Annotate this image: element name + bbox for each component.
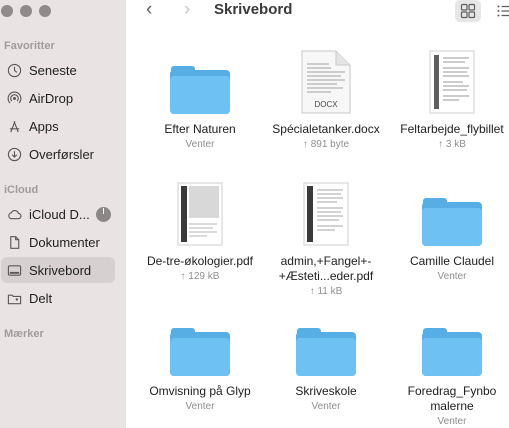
sidebar-item-airdrop[interactable]: AirDrop: [1, 85, 115, 111]
sidebar-item-recents[interactable]: Seneste: [1, 57, 115, 83]
folder-icon: [170, 328, 230, 376]
file-name: admin,+Fangel+-+Æsteti...eder.pdf: [278, 254, 374, 283]
sidebar-item-downloads[interactable]: Overførsler: [1, 141, 115, 167]
file-item-feltarbejde[interactable]: Feltarbejde_flybillet ↑ 3 kB: [390, 50, 509, 151]
tags-section-title: Mærker: [4, 328, 44, 340]
file-name: Foredrag_Fynbo malerne: [407, 384, 497, 413]
list-view-icon: [497, 5, 509, 17]
clock-icon: [5, 62, 23, 78]
toolbar: ‹ › Skrivebord: [126, 0, 509, 22]
sidebar-item-label: Delt: [29, 290, 53, 306]
window-title: Skrivebord: [214, 1, 293, 18]
sidebar: Favoritter Seneste AirDrop Apps Overførs…: [0, 0, 126, 428]
sidebar-item-label: iCloud D...: [29, 206, 90, 222]
file-status: Venter: [437, 416, 467, 427]
desktop-icon: [5, 262, 23, 278]
sidebar-item-label: AirDrop: [29, 90, 74, 106]
sidebar-item-label: Dokumenter: [29, 234, 100, 250]
file-size: ↑ 3 kB: [438, 139, 466, 150]
file-name: De-tre-økologier.pdf: [146, 254, 254, 268]
pdf-thumbnail-icon: [303, 182, 349, 246]
sidebar-item-documents[interactable]: Dokumenter: [1, 229, 115, 255]
file-item-specialetanker[interactable]: DOCX Spécialetanker.docx ↑ 891 byte: [264, 50, 388, 151]
forward-button[interactable]: ›: [184, 0, 190, 20]
list-view-button[interactable]: [491, 0, 509, 22]
sidebar-item-label: Overførsler: [29, 146, 94, 162]
file-size: ↑ 891 byte: [302, 139, 350, 150]
shared-folder-icon: [5, 290, 23, 306]
file-name: Camille Claudel: [409, 254, 495, 268]
download-icon: [5, 146, 23, 162]
file-item-skriveskole[interactable]: Skriveskole Venter: [264, 312, 388, 413]
zoom-window-button[interactable]: [39, 5, 51, 17]
sidebar-item-apps[interactable]: Apps: [1, 113, 115, 139]
file-name: Spécialetanker.docx: [272, 122, 380, 136]
file-status: Venter: [437, 271, 467, 282]
file-name: Omvisning på Glyp: [149, 384, 251, 398]
file-item-de-tre-okologier[interactable]: De-tre-økologier.pdf ↑ 129 kB: [138, 182, 262, 283]
sidebar-item-label: Apps: [29, 118, 59, 134]
favorites-section-title: Favoritter: [4, 40, 55, 52]
folder-icon: [170, 66, 230, 114]
minimize-window-button[interactable]: [20, 5, 32, 17]
docx-badge: DOCX: [314, 100, 338, 109]
icloud-section-title: iCloud: [4, 184, 39, 196]
file-name: Skriveskole: [295, 384, 357, 398]
file-item-efter-naturen[interactable]: Efter Naturen Venter: [138, 50, 262, 151]
grid-view-icon: [460, 3, 476, 19]
docx-file-icon: DOCX: [301, 50, 351, 114]
file-item-foredrag[interactable]: Foredrag_Fynbo malerne Venter: [390, 312, 509, 428]
file-status: Venter: [185, 139, 215, 150]
folder-icon: [422, 328, 482, 376]
sidebar-item-label: Seneste: [29, 62, 77, 78]
sidebar-item-label: Skrivebord: [29, 262, 92, 278]
icon-view-button[interactable]: [455, 0, 481, 22]
sync-progress-icon: [95, 206, 111, 222]
file-item-admin-fangel[interactable]: admin,+Fangel+-+Æsteti...eder.pdf ↑ 11 k…: [264, 182, 388, 298]
sidebar-item-icloud-drive[interactable]: iCloud D...: [1, 201, 115, 227]
file-size: ↑ 129 kB: [180, 271, 220, 282]
file-size: ↑ 11 kB: [309, 286, 343, 297]
document-thumbnail-icon: [429, 50, 475, 114]
folder-icon: [296, 328, 356, 376]
cloud-icon: [5, 206, 23, 222]
folder-icon: [422, 198, 482, 246]
file-status: Venter: [185, 401, 215, 412]
apps-icon: [5, 118, 23, 134]
file-status: Venter: [311, 401, 341, 412]
window-controls: [0, 5, 51, 17]
file-item-camille-claudel[interactable]: Camille Claudel Venter: [390, 182, 509, 283]
back-button[interactable]: ‹: [146, 0, 152, 20]
sidebar-item-shared[interactable]: Delt: [1, 285, 115, 311]
airdrop-icon: [5, 90, 23, 106]
document-icon: [5, 234, 23, 250]
file-item-omvisning[interactable]: Omvisning på Glyp Venter: [138, 312, 262, 413]
pdf-thumbnail-icon: [177, 182, 223, 246]
close-window-button[interactable]: [1, 5, 13, 17]
file-name: Feltarbejde_flybillet: [400, 122, 504, 136]
file-grid: Efter Naturen Venter DOCX Spécialetanker…: [126, 22, 509, 428]
sidebar-item-desktop[interactable]: Skrivebord: [1, 257, 115, 283]
file-name: Efter Naturen: [164, 122, 236, 136]
